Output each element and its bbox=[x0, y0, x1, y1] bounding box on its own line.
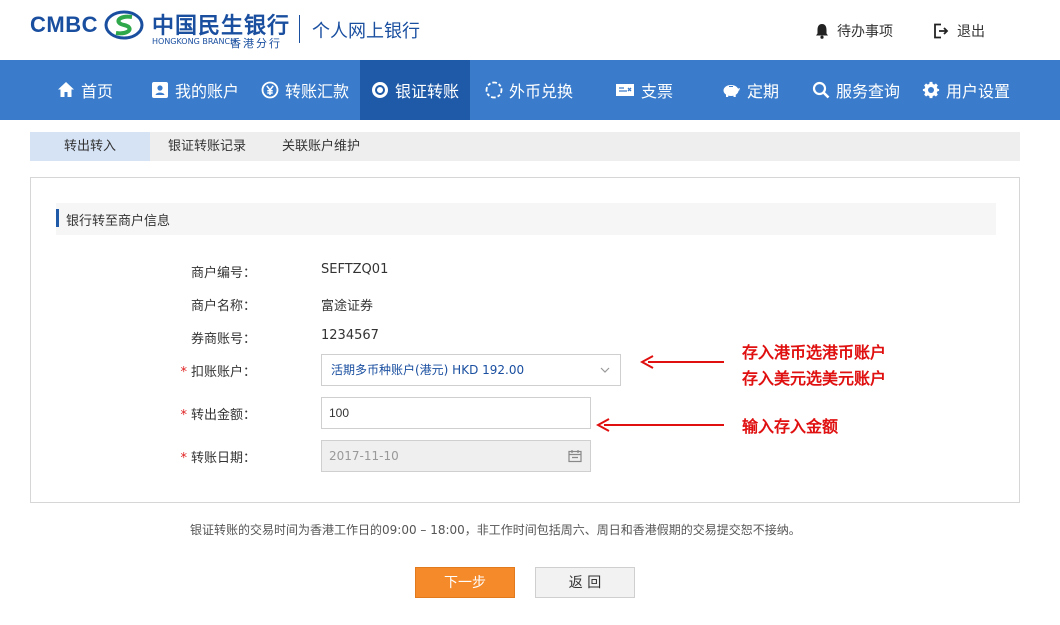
branch-en: HONGKONG BRANCH bbox=[152, 37, 237, 46]
nav-label: 我的账户 bbox=[174, 82, 239, 101]
home-icon bbox=[57, 82, 74, 97]
annotation-amount-note: 输入存入金额 bbox=[742, 417, 839, 436]
nav-cheque[interactable]: 支票 bbox=[588, 60, 700, 120]
sub-tabs: 转出转入 银证转账记录 关联账户维护 bbox=[30, 132, 1020, 161]
transfer-date-field[interactable]: 2017-11-10 bbox=[321, 440, 591, 472]
nav-label: 用户设置 bbox=[945, 82, 1010, 101]
main-nav: 首页 我的账户 转账汇款 银证转账 外币兑换 支票 定期 服务查询 用户设置 bbox=[0, 60, 1060, 120]
nav-user-settings[interactable]: 用户设置 bbox=[912, 60, 1020, 120]
nav-label: 银证转账 bbox=[394, 82, 459, 101]
account-card-icon bbox=[151, 82, 168, 98]
amount-label: * 转出金额： bbox=[136, 404, 256, 423]
nav-label: 定期 bbox=[746, 82, 779, 101]
section-title: 银行转至商户信息 bbox=[66, 214, 171, 229]
transfer-date-value: 2017-11-10 bbox=[329, 449, 399, 463]
required-mark: * bbox=[180, 365, 187, 380]
search-icon bbox=[812, 81, 830, 99]
portal-title: 个人网上银行 bbox=[312, 21, 420, 42]
debit-account-select[interactable]: 活期多币种账户(港元) HKD 192.00 bbox=[321, 354, 621, 386]
amount-label-text: 转出金额： bbox=[190, 408, 256, 423]
date-label: * 转账日期： bbox=[136, 447, 256, 466]
broker-account-value: 1234567 bbox=[321, 328, 379, 343]
todo-label: 待办事项 bbox=[837, 24, 893, 40]
exchange-circle-icon bbox=[371, 82, 388, 98]
nav-fx-exchange[interactable]: 外币兑换 bbox=[470, 60, 588, 120]
nav-my-account[interactable]: 我的账户 bbox=[140, 60, 250, 120]
gear-icon bbox=[922, 81, 940, 99]
cmbc-logo-icon bbox=[104, 10, 144, 40]
annotation-account-note-1: 存入港币选港币账户 bbox=[742, 343, 887, 362]
back-button[interactable]: 返 回 bbox=[535, 567, 635, 598]
logo-text: CMBC bbox=[30, 12, 98, 37]
logout-link[interactable]: 退出 bbox=[933, 21, 985, 41]
trading-hours-notice: 银证转账的交易时间为香港工作日的09:00 – 18:00，非工作时间包括周六、… bbox=[190, 523, 801, 537]
annotation-arrow-amount bbox=[596, 418, 724, 432]
logout-label: 退出 bbox=[957, 24, 985, 40]
piggy-bank-icon bbox=[723, 85, 740, 97]
merchant-name-label: 商户名称： bbox=[190, 299, 256, 314]
logo-divider bbox=[299, 15, 300, 43]
header: CMBC 中国民生银行 HONGKONG BRANCH 香港分行 个人网上银行 … bbox=[0, 0, 1060, 60]
merchant-name-value: 富途证券 bbox=[321, 299, 374, 314]
todo-link[interactable]: 待办事项 bbox=[815, 21, 893, 41]
yen-coin-icon bbox=[261, 81, 279, 99]
tab-linked-account[interactable]: 关联账户维护 bbox=[264, 132, 378, 161]
currency-exchange-icon bbox=[485, 81, 503, 99]
tab-transfer-in-out[interactable]: 转出转入 bbox=[30, 132, 150, 161]
logout-icon bbox=[934, 23, 949, 39]
nav-label: 首页 bbox=[80, 82, 113, 101]
chevron-down-icon bbox=[600, 367, 610, 373]
bell-icon bbox=[816, 24, 828, 39]
tab-transfer-records[interactable]: 银证转账记录 bbox=[150, 132, 264, 161]
branch-cn: 香港分行 bbox=[230, 37, 282, 50]
nav-transfer[interactable]: 转账汇款 bbox=[250, 60, 360, 120]
nav-service-inquiry[interactable]: 服务查询 bbox=[800, 60, 912, 120]
next-step-button[interactable]: 下一步 bbox=[415, 567, 515, 598]
nav-label: 外币兑换 bbox=[508, 82, 573, 101]
amount-input[interactable] bbox=[321, 397, 591, 429]
nav-home[interactable]: 首页 bbox=[30, 60, 140, 120]
date-label-text: 转账日期： bbox=[190, 451, 256, 466]
annotation-arrow-account bbox=[640, 355, 724, 369]
annotation-account-note-2: 存入美元选美元账户 bbox=[742, 369, 887, 388]
required-mark: * bbox=[180, 451, 187, 466]
merchant-id-label: 商户编号： bbox=[190, 266, 256, 281]
debit-account-value: 活期多币种账户(港元) HKD 192.00 bbox=[331, 363, 525, 377]
broker-account-label: 券商账号： bbox=[190, 332, 256, 347]
merchant-id-value: SEFTZQ01 bbox=[321, 262, 389, 277]
section-accent bbox=[56, 209, 59, 227]
debit-account-label: * 扣账账户： bbox=[136, 361, 256, 380]
nav-label: 支票 bbox=[640, 82, 673, 101]
calendar-icon bbox=[568, 450, 582, 463]
cheque-icon bbox=[615, 84, 634, 96]
required-mark: * bbox=[180, 408, 187, 423]
nav-time-deposit[interactable]: 定期 bbox=[700, 60, 800, 120]
nav-label: 转账汇款 bbox=[284, 82, 349, 101]
nav-label: 服务查询 bbox=[835, 82, 900, 101]
nav-securities-transfer[interactable]: 银证转账 bbox=[360, 60, 470, 120]
section-header: 银行转至商户信息 bbox=[56, 203, 996, 235]
debit-account-label-text: 扣账账户： bbox=[190, 365, 256, 380]
